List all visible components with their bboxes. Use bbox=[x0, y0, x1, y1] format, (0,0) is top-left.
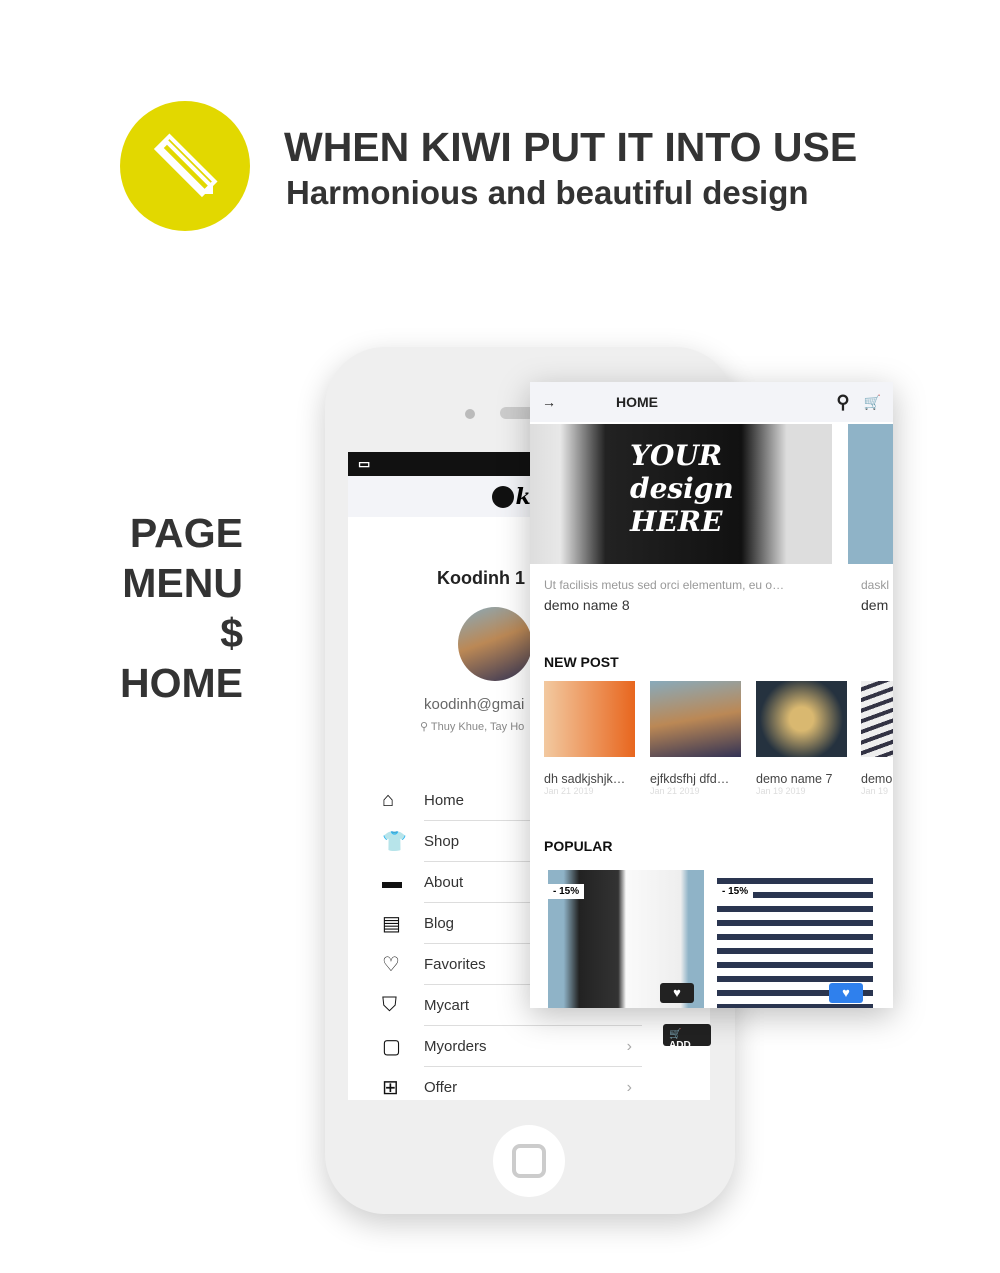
side-label: PAGE MENU $ HOME bbox=[120, 508, 243, 708]
user-email: koodinh@gmai bbox=[424, 696, 525, 713]
cart-icon[interactable]: 🛒 bbox=[864, 394, 881, 411]
discount-badge: - 15% bbox=[548, 884, 585, 899]
home-screen: → HOME ⚲ 🛒 YOUR design HERE Ut facilisis… bbox=[530, 382, 893, 1008]
location-pin-icon: ⚲ bbox=[420, 721, 431, 733]
post-name: demo name 7 bbox=[756, 772, 833, 786]
phone-home-button bbox=[493, 1125, 565, 1197]
banner-text: YOUR design HERE bbox=[630, 439, 734, 538]
clipboard-icon: ▢ bbox=[382, 1036, 401, 1058]
post-card[interactable]: dh sadkjshjk… Jan 21 2019 bbox=[544, 681, 635, 796]
newspaper-icon: ▤ bbox=[382, 913, 401, 935]
post-card[interactable]: demo Jan 19 bbox=[861, 681, 893, 796]
banner-name: demo name 8 bbox=[544, 597, 630, 613]
pencil-ruler-icon bbox=[153, 133, 218, 198]
design-badge bbox=[120, 101, 250, 231]
add-label: ADD bbox=[669, 1040, 691, 1051]
menu-item-myorders[interactable]: ▢ Myorders › bbox=[382, 1026, 642, 1067]
banner-image[interactable]: YOUR design HERE bbox=[530, 424, 832, 564]
page-title: WHEN KIWI PUT IT INTO USE bbox=[284, 124, 858, 170]
search-icon[interactable]: ⚲ bbox=[836, 392, 849, 413]
side-label-line: $ bbox=[220, 610, 243, 656]
post-name: demo bbox=[861, 772, 893, 786]
battery-icon: ▭ bbox=[358, 456, 371, 471]
post-date: Jan 19 2019 bbox=[756, 786, 806, 796]
post-name: dh sadkjshjk… bbox=[544, 772, 626, 786]
chevron-right-icon: › bbox=[626, 1078, 632, 1096]
banner-desc: Ut facilisis metus sed orci elementum, e… bbox=[544, 578, 785, 592]
side-label-line: PAGE bbox=[129, 510, 243, 556]
menu-label: Myorders bbox=[424, 1026, 642, 1067]
home-icon: ⌂ bbox=[382, 789, 395, 811]
camera bbox=[465, 409, 475, 419]
post-date: Jan 19 bbox=[861, 786, 889, 796]
chevron-right-icon: › bbox=[626, 1037, 632, 1055]
post-name: ejfkdsfhj dfd… bbox=[650, 772, 730, 786]
add-to-cart-button[interactable]: 🛒 ADD bbox=[663, 1024, 711, 1051]
discount-badge: - 15% bbox=[717, 884, 754, 899]
arrow-right-icon[interactable]: → bbox=[542, 394, 556, 410]
home-title: HOME bbox=[616, 394, 658, 410]
gift-icon: ⊞ bbox=[382, 1077, 399, 1099]
post-date: Jan 21 2019 bbox=[544, 786, 594, 796]
menu-item-offer[interactable]: ⊞ Offer › bbox=[382, 1067, 642, 1100]
cart-icon: 🛒 bbox=[669, 1029, 682, 1040]
favorite-button[interactable]: ♥ bbox=[829, 983, 863, 1003]
favorite-button[interactable]: ♥ bbox=[660, 983, 694, 1003]
tshirt-icon: 👕 bbox=[382, 831, 407, 853]
page-subtitle: Harmonious and beautiful design bbox=[286, 174, 809, 211]
banner-name: dem bbox=[861, 597, 889, 613]
banner-desc: daskl bbox=[861, 578, 890, 592]
user-address: ⚲ Thuy Khue, Tay Ho bbox=[420, 720, 524, 733]
home-header: → HOME ⚲ 🛒 bbox=[530, 382, 893, 422]
new-post-heading: NEW POST bbox=[544, 654, 619, 670]
popular-card[interactable]: - 15% ♥ bbox=[717, 870, 873, 1008]
address-text: Thuy Khue, Tay Ho bbox=[430, 721, 525, 733]
post-date: Jan 21 2019 bbox=[650, 786, 700, 796]
popular-card[interactable]: - 15% ♥ bbox=[548, 870, 704, 1008]
post-card[interactable]: ejfkdsfhj dfd… Jan 21 2019 bbox=[650, 681, 741, 796]
post-card[interactable]: demo name 7 Jan 19 2019 bbox=[756, 681, 847, 796]
side-label-line: MENU bbox=[122, 560, 243, 606]
banner-image[interactable] bbox=[848, 424, 893, 564]
user-name: Koodinh 1 bbox=[437, 568, 525, 588]
heart-icon: ♡ bbox=[382, 954, 400, 976]
avatar[interactable] bbox=[458, 607, 532, 681]
basket-icon: ⛉ bbox=[382, 994, 397, 1016]
menu-label: Offer bbox=[424, 1067, 642, 1100]
box-icon: ▬ bbox=[382, 871, 402, 893]
popular-heading: POPULAR bbox=[544, 838, 613, 854]
side-label-line: HOME bbox=[120, 660, 243, 706]
